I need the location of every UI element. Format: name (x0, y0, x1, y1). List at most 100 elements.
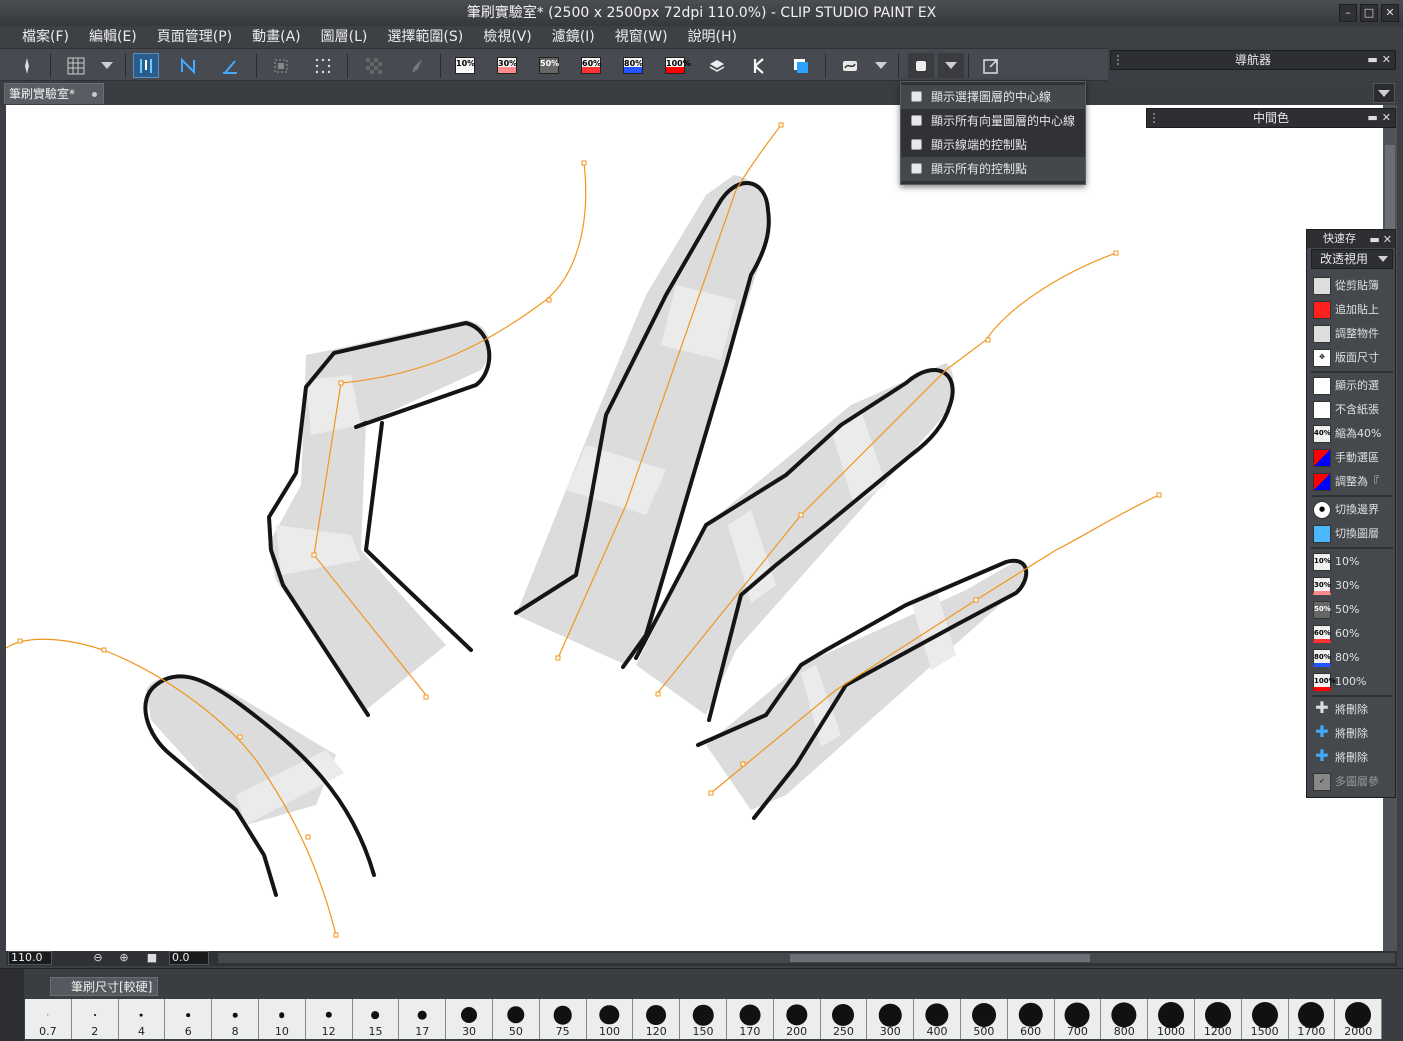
quick-item-opacity-10[interactable]: 10% 10% (1311, 550, 1393, 574)
quick-access-set-select[interactable]: 改透視用 (1311, 249, 1393, 269)
brush-size-item[interactable]: 1500 (1241, 999, 1289, 1039)
vector-dropdown-chevron-down-icon[interactable] (868, 53, 894, 78)
brush-size-item[interactable]: 1700 (1288, 999, 1336, 1039)
brush-size-item[interactable]: 15 (352, 999, 400, 1039)
minimize-button[interactable]: – (1339, 4, 1357, 22)
brush-size-item[interactable]: 600 (1007, 999, 1055, 1039)
close-tab-icon[interactable] (92, 92, 97, 97)
opacity-50-button[interactable]: 50% (536, 53, 562, 78)
horizontal-scrollbar[interactable] (218, 953, 1395, 963)
menu-show-all-vector-centerline[interactable]: 顯示所有向量圖層的中心線 (901, 109, 1085, 133)
quick-item-visible-selection[interactable]: 顯示的選 (1311, 374, 1393, 398)
brush-size-item[interactable]: 2 (71, 999, 119, 1039)
brush-size-item[interactable]: 170 (726, 999, 774, 1039)
quick-item-opacity-60[interactable]: 60% 60% (1311, 622, 1393, 646)
snap-grid-icon[interactable] (217, 53, 243, 78)
brush-size-item[interactable]: 6 (165, 999, 213, 1039)
brush-size-item[interactable]: 10 (258, 999, 306, 1039)
quick-item-scale-40[interactable]: 40% 縮為40% (1311, 422, 1393, 446)
document-tab[interactable]: 筆刷實驗室* (4, 83, 104, 104)
menu-window[interactable]: 視窗(W) (605, 26, 678, 48)
menu-edit[interactable]: 編輯(E) (79, 26, 147, 48)
checkbox[interactable] (911, 91, 922, 102)
panel-close-icon[interactable]: ✕ (1382, 53, 1391, 66)
quick-item-adjust-object[interactable]: 調整物件 (1311, 322, 1393, 346)
brush-size-tab[interactable]: 筆刷尺寸[較硬] (50, 977, 158, 996)
brush-size-item[interactable]: 50 (492, 999, 540, 1039)
brush-size-item[interactable]: 700 (1054, 999, 1102, 1039)
brush-size-item[interactable]: 30 (446, 999, 493, 1039)
menu-layer[interactable]: 圖層(L) (311, 26, 378, 48)
opacity-60-button[interactable]: 60% (578, 53, 604, 78)
brush-size-item[interactable]: 17 (399, 999, 447, 1039)
brush-size-item[interactable]: 300 (867, 999, 915, 1039)
pen-tool-icon[interactable] (14, 53, 40, 78)
quick-item-manual-selection[interactable]: 手動選區 (1311, 446, 1393, 470)
brush-size-item[interactable]: 4 (118, 999, 166, 1039)
menu-page[interactable]: 頁面管理(P) (147, 26, 242, 48)
quick-item-exclude-paper[interactable]: 不含紙張 (1311, 398, 1393, 422)
brush-size-item[interactable]: 200 (773, 999, 821, 1039)
menu-show-selected-layer-centerline[interactable]: 顯示選擇圖層的中心線 (901, 85, 1085, 109)
quick-access-header[interactable]: 快速存 ▬ ✕ (1307, 230, 1395, 248)
brush-size-item[interactable]: 800 (1101, 999, 1149, 1039)
menu-filter[interactable]: 濾鏡(I) (542, 26, 605, 48)
quick-item-delete-2[interactable]: ✚ 將刪除 (1311, 722, 1393, 746)
brush-size-item[interactable]: 1000 (1148, 999, 1195, 1039)
panel-minimize-icon[interactable]: ▬ (1367, 111, 1377, 124)
menu-show-all-control-points[interactable]: 顯示所有的控制點 (901, 157, 1085, 181)
checkbox-display-icon[interactable] (908, 53, 934, 78)
quick-item-multi-layer-ref[interactable]: ✓ 多圖層參 (1311, 770, 1393, 794)
quick-item-opacity-80[interactable]: 80% 80% (1311, 646, 1393, 670)
quick-item-append-paste[interactable]: 追加貼上 (1311, 298, 1393, 322)
opacity-30-button[interactable]: 30% (494, 53, 520, 78)
snap-special-ruler-icon[interactable] (175, 53, 201, 78)
k-channel-icon[interactable] (746, 53, 772, 78)
quick-item-paste-from-clipboard[interactable]: 從剪貼簿 (1311, 274, 1393, 298)
brush-size-item[interactable]: 250 (820, 999, 868, 1039)
checkbox-dropdown-chevron-down-icon[interactable] (938, 53, 964, 78)
quick-item-adjust-to[interactable]: 調整為『 (1311, 470, 1393, 494)
mid-color-panel-header[interactable]: 中間色 ▬ ✕ (1146, 108, 1396, 128)
menu-view[interactable]: 檢視(V) (473, 26, 542, 48)
transparency-checker-icon[interactable] (361, 53, 387, 78)
checkbox[interactable] (911, 115, 922, 126)
panel-minimize-icon[interactable]: ▬ (1367, 53, 1377, 66)
grid-icon[interactable] (63, 53, 89, 78)
brush-size-item[interactable]: 120 (633, 999, 681, 1039)
brush-size-item[interactable]: 1200 (1194, 999, 1242, 1039)
snap-ruler-icon[interactable] (133, 53, 159, 78)
fit-view-icon[interactable]: ■ (146, 952, 158, 964)
panel-close-icon[interactable]: ✕ (1382, 111, 1391, 124)
brush-size-item[interactable]: 75 (539, 999, 587, 1039)
brush-size-item[interactable]: 2000 (1335, 999, 1383, 1039)
zoom-level-field[interactable]: 110.0 (8, 951, 52, 965)
navigator-panel-header[interactable]: 導航器 ▬ ✕ (1110, 50, 1396, 70)
menu-show-endpoint-control-points[interactable]: 顯示線端的控制點 (901, 133, 1085, 157)
opacity-10-button[interactable]: 10% (452, 53, 478, 78)
restore-button[interactable]: □ (1360, 4, 1378, 22)
tab-list-chevron-down-icon[interactable] (1373, 83, 1395, 103)
quick-item-opacity-100[interactable]: 100% 100% (1311, 670, 1393, 694)
brush-size-item[interactable]: 150 (680, 999, 727, 1039)
brush-size-item[interactable]: 400 (914, 999, 961, 1039)
brush-size-item[interactable]: 12 (305, 999, 353, 1039)
opacity-80-button[interactable]: 80% (620, 53, 646, 78)
checkbox[interactable] (911, 139, 922, 150)
opacity-100-button[interactable]: 100% (662, 53, 691, 78)
menu-help[interactable]: 說明(H) (678, 26, 747, 48)
export-icon[interactable] (978, 53, 1004, 78)
menu-selection[interactable]: 選擇範圍(S) (377, 26, 473, 48)
brush-size-item[interactable]: 8 (212, 999, 259, 1039)
quick-item-delete-1[interactable]: ✚ 將刪除 (1311, 698, 1393, 722)
layers-icon[interactable] (704, 53, 730, 78)
quick-item-toggle-layer[interactable]: 切換圖層 (1311, 522, 1393, 546)
zoom-in-icon[interactable]: ⊕ (118, 952, 130, 964)
quick-item-opacity-50[interactable]: 50% 50% (1311, 598, 1393, 622)
quick-item-opacity-30[interactable]: 30% 30% (1311, 574, 1393, 598)
brush-size-item[interactable]: 500 (960, 999, 1008, 1039)
zoom-out-icon[interactable]: ⊖ (92, 952, 104, 964)
close-button[interactable]: ✕ (1381, 4, 1399, 22)
brush-icon[interactable] (403, 53, 429, 78)
menu-animation[interactable]: 動畫(A) (242, 26, 311, 48)
